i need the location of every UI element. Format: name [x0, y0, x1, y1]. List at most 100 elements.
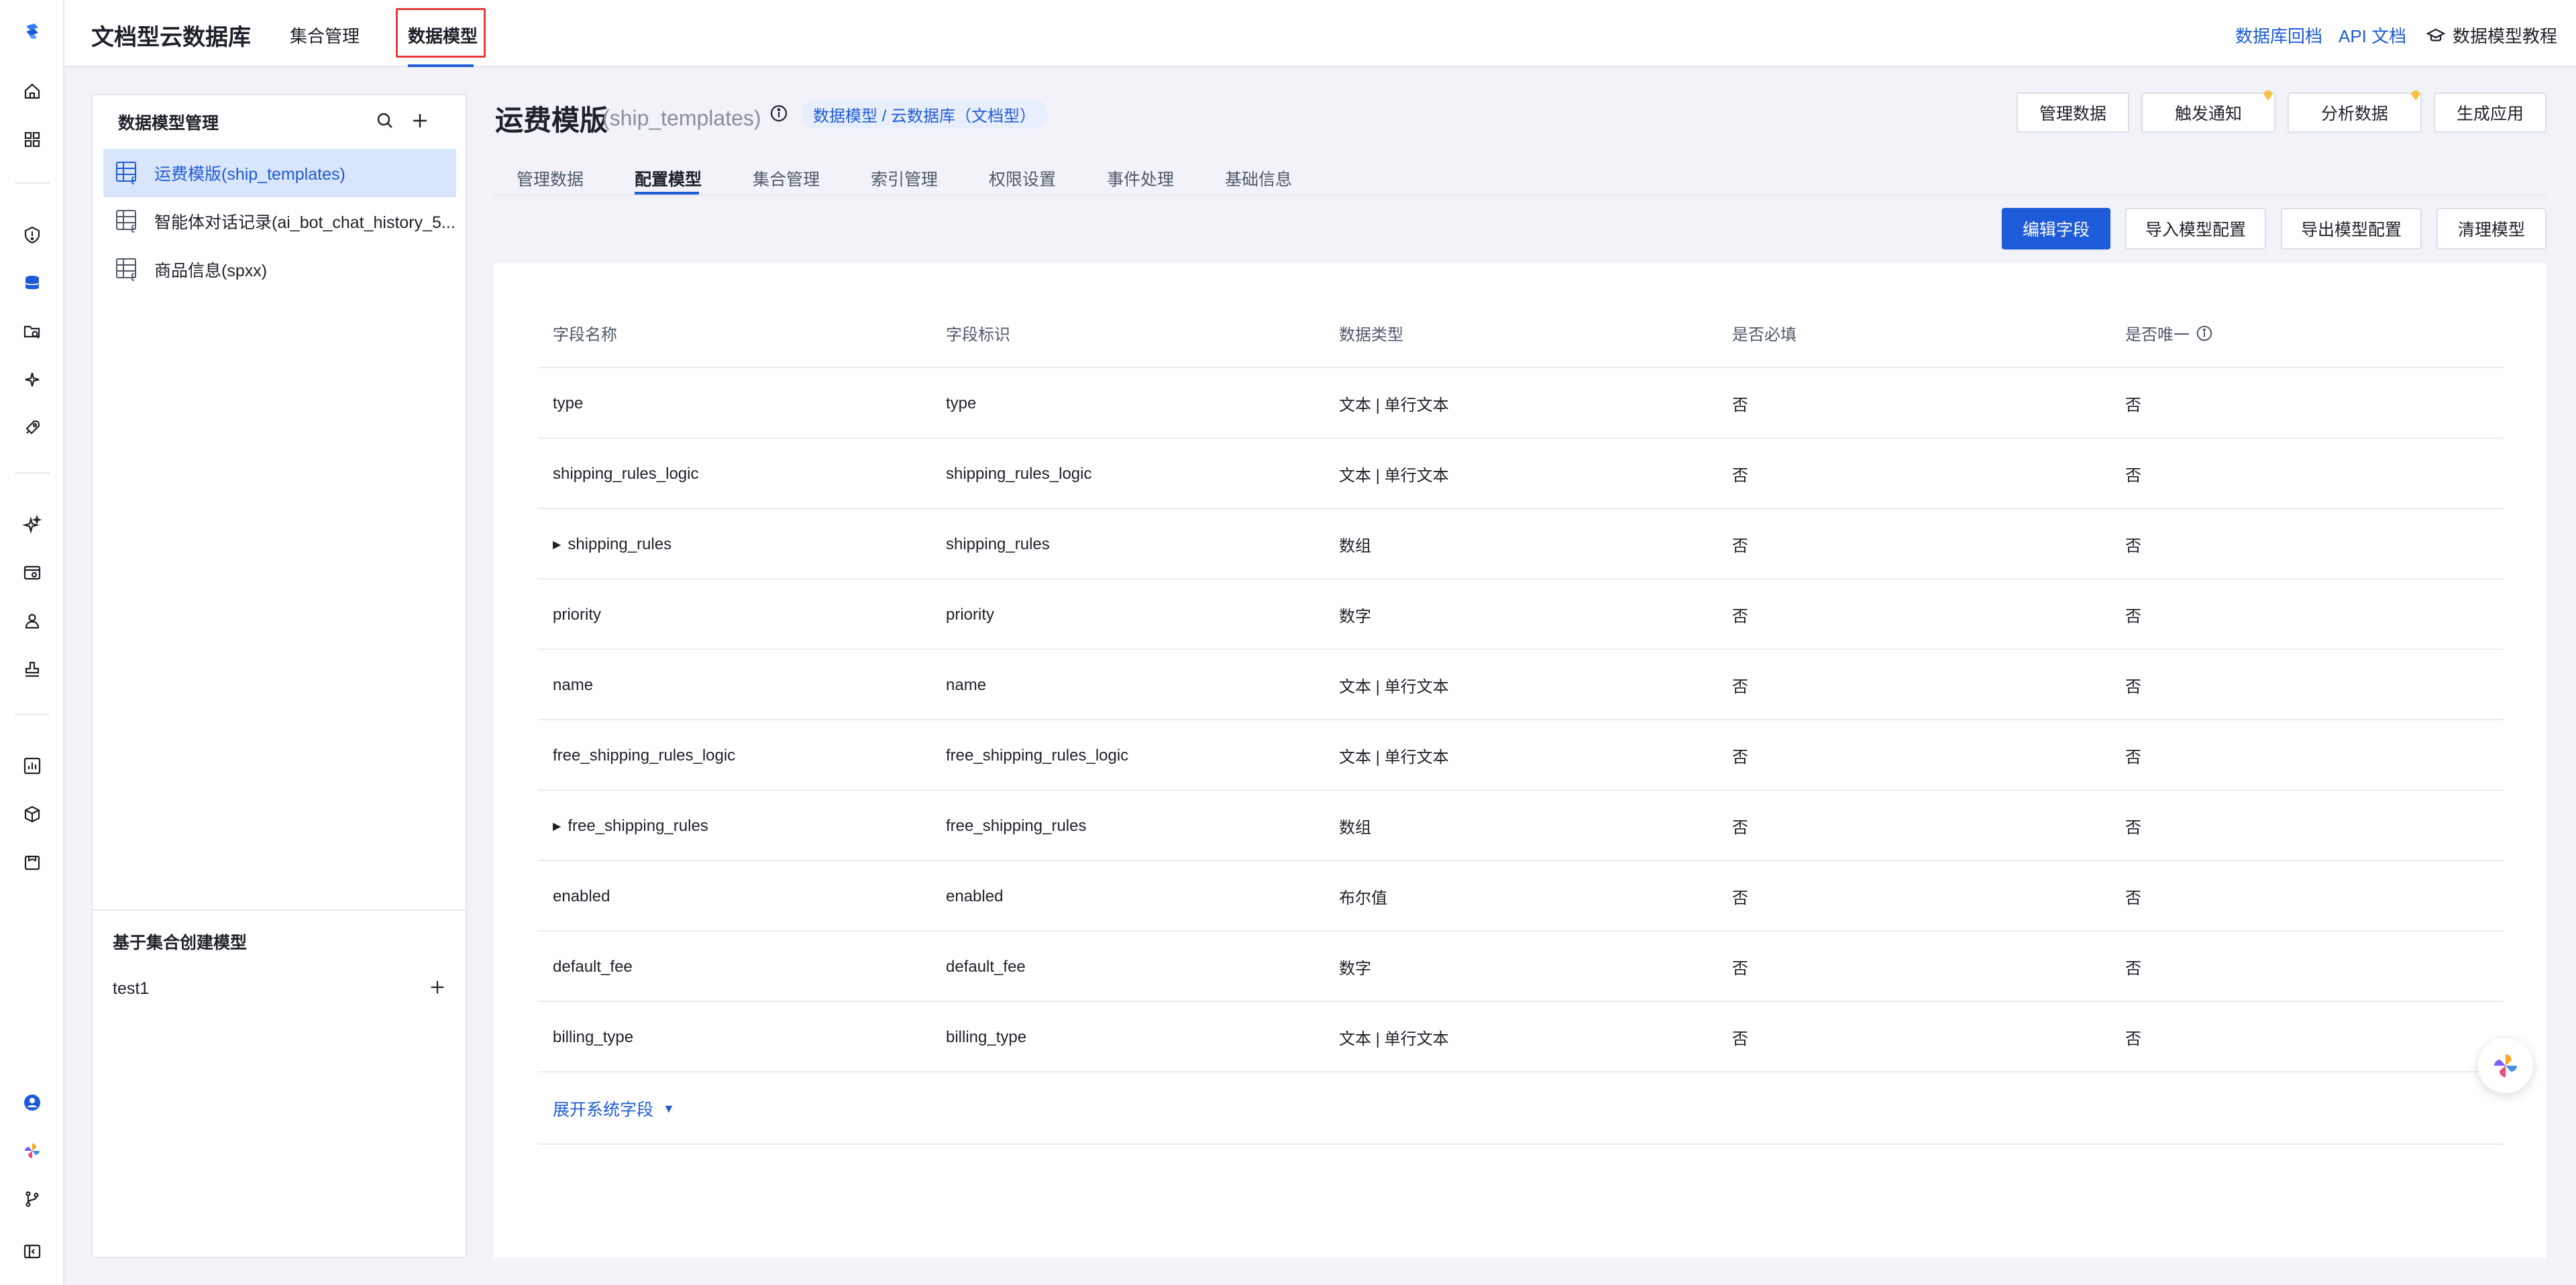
data-type-cell-text: 文本 | 单行文本	[1339, 396, 1449, 414]
folder-search-icon[interactable]	[16, 315, 48, 347]
expand-system-fields-link[interactable]: 展开系统字段 ▼	[553, 1072, 675, 1145]
field-id-cell-text: shipping_rules	[946, 535, 1050, 553]
dashboard-icon[interactable]	[16, 123, 48, 156]
table-row: name name 文本 | 单行文本 否 否	[538, 650, 2504, 720]
package-icon[interactable]	[16, 846, 48, 879]
search-icon[interactable]	[373, 109, 397, 133]
required-cell-text: 否	[1732, 467, 1748, 485]
info-icon[interactable]	[2195, 324, 2214, 343]
tab-collection-management[interactable]: 集合管理	[290, 23, 360, 48]
expand-caret-icon[interactable]: ▶	[553, 820, 561, 833]
field-id-cell-text: enabled	[946, 887, 1004, 905]
analyze-data-button[interactable]: 分析数据	[2288, 93, 2422, 133]
table-header: 字段名称 字段标识 数据类型 是否必填 是否唯一	[538, 298, 2504, 368]
rocket-icon[interactable]	[16, 412, 48, 444]
table-row: priority priority 数字 否 否	[538, 579, 2504, 650]
required-cell: 否	[1732, 650, 1748, 720]
assistant-float-button[interactable]	[2478, 1038, 2533, 1093]
unique-cell: 否	[2125, 579, 2141, 650]
tab-event-handling[interactable]: 事件处理	[1107, 166, 1174, 190]
manage-data-button[interactable]: 管理数据	[2017, 93, 2129, 133]
trigger-notification-button[interactable]: 触发通知	[2141, 93, 2275, 133]
shield-icon[interactable]	[16, 219, 48, 251]
unique-cell-text: 否	[2125, 748, 2141, 767]
brand-logo-icon[interactable]	[16, 15, 48, 47]
user-avatar-icon[interactable]	[16, 1086, 48, 1119]
required-cell: 否	[1732, 1002, 1748, 1072]
field-id-cell-text: type	[946, 394, 977, 412]
required-cell-text: 否	[1732, 678, 1748, 696]
tab-index-management[interactable]: 索引管理	[871, 166, 938, 190]
required-cell-text: 否	[1732, 748, 1748, 767]
field-name-cell-text: enabled	[553, 887, 610, 905]
required-cell: 否	[1732, 368, 1748, 439]
field-name-cell: billing_type	[553, 1002, 633, 1072]
collection-item[interactable]: test1	[113, 979, 149, 999]
app-title: 文档型云数据库	[91, 25, 251, 50]
required-cell-text: 否	[1732, 537, 1748, 555]
users-icon[interactable]	[16, 605, 48, 637]
chart-icon[interactable]	[16, 750, 48, 782]
info-icon[interactable]	[769, 103, 789, 123]
add-model-icon[interactable]	[408, 109, 432, 133]
add-collection-icon[interactable]	[425, 975, 449, 999]
web-settings-icon[interactable]	[16, 557, 48, 589]
home-icon[interactable]	[16, 75, 48, 107]
api-docs-link[interactable]: API 文档	[2339, 23, 2406, 48]
col-field-name: 字段名称	[553, 326, 617, 344]
cube-icon[interactable]	[16, 798, 48, 830]
field-name-cell-text: free_shipping_rules_logic	[553, 746, 736, 765]
model-item-ai-bot-chat-history[interactable]: 智能体对话记录(ai_bot_chat_history_5...	[103, 197, 456, 245]
git-branch-icon[interactable]	[16, 1183, 48, 1215]
active-tab-indicator	[408, 64, 474, 67]
clear-model-button[interactable]: 清理模型	[2436, 208, 2546, 249]
premium-diamond-icon	[2263, 91, 2273, 101]
data-type-cell-text: 文本 | 单行文本	[1339, 748, 1449, 767]
panel-divider	[93, 909, 466, 911]
import-config-button[interactable]: 导入模型配置	[2125, 208, 2266, 249]
required-cell: 否	[1732, 861, 1748, 932]
tab-collection-management[interactable]: 集合管理	[753, 166, 820, 190]
unique-cell: 否	[2125, 720, 2141, 791]
top-header: 文档型云数据库 集合管理 数据模型 数据库回档 API 文档 数据模型教程	[64, 0, 2576, 67]
model-item-ship-templates[interactable]: 运费模版(ship_templates)	[103, 149, 456, 197]
field-id-cell-text: shipping_rules_logic	[946, 464, 1092, 483]
assistant-icon	[2494, 1054, 2517, 1077]
field-id-cell: free_shipping_rules	[946, 791, 1086, 861]
collapse-sidebar-icon[interactable]	[16, 1235, 48, 1268]
database-icon[interactable]	[16, 267, 48, 299]
tutorial-link[interactable]: 数据模型教程	[2426, 23, 2557, 48]
tab-basic-info[interactable]: 基础信息	[1225, 166, 1292, 190]
field-id-cell: type	[946, 368, 976, 439]
fields-table-card: 字段名称 字段标识 数据类型 是否必填 是否唯一 type type 文本 | 单行…	[494, 263, 2546, 1258]
field-name-cell: ▶ free_shipping_rules	[553, 791, 708, 861]
field-id-cell-text: default_fee	[946, 957, 1026, 976]
unique-cell: 否	[2125, 1002, 2141, 1072]
data-type-cell: 数组	[1339, 509, 1371, 579]
model-label: 运费模版(ship_templates)	[154, 165, 345, 184]
data-type-cell-text: 数字	[1339, 608, 1371, 626]
export-config-button[interactable]: 导出模型配置	[2281, 208, 2422, 249]
pinwheel-icon[interactable]	[16, 1135, 48, 1167]
data-type-cell: 文本 | 单行文本	[1339, 1002, 1449, 1072]
field-id-cell: shipping_rules_logic	[946, 439, 1091, 509]
edit-fields-button[interactable]: 编辑字段	[2002, 208, 2110, 249]
stamp-icon[interactable]	[16, 653, 48, 685]
model-title: 运费模版	[495, 105, 608, 136]
ai-sparkle-icon[interactable]	[16, 508, 48, 541]
tab-permission-settings[interactable]: 权限设置	[989, 166, 1056, 190]
expand-caret-icon[interactable]: ▶	[553, 538, 561, 551]
required-cell: 否	[1732, 791, 1748, 861]
col-field-id: 字段标识	[946, 326, 1010, 344]
tab-manage-data[interactable]: 管理数据	[517, 166, 584, 190]
caret-down-icon: ▼	[663, 1101, 675, 1115]
model-icon	[116, 258, 136, 281]
tab-configure-model[interactable]: 配置模型	[635, 166, 702, 190]
generate-app-button[interactable]: 生成应用	[2434, 93, 2546, 133]
model-label: 智能体对话记录(ai_bot_chat_history_5...	[154, 213, 455, 232]
col-unique-label: 是否唯一	[2125, 326, 2190, 344]
db-rollback-link[interactable]: 数据库回档	[2235, 23, 2322, 48]
model-item-spxx[interactable]: 商品信息(spxx)	[103, 245, 456, 294]
sparkle-icon[interactable]	[16, 364, 48, 396]
unique-cell-text: 否	[2125, 819, 2141, 837]
